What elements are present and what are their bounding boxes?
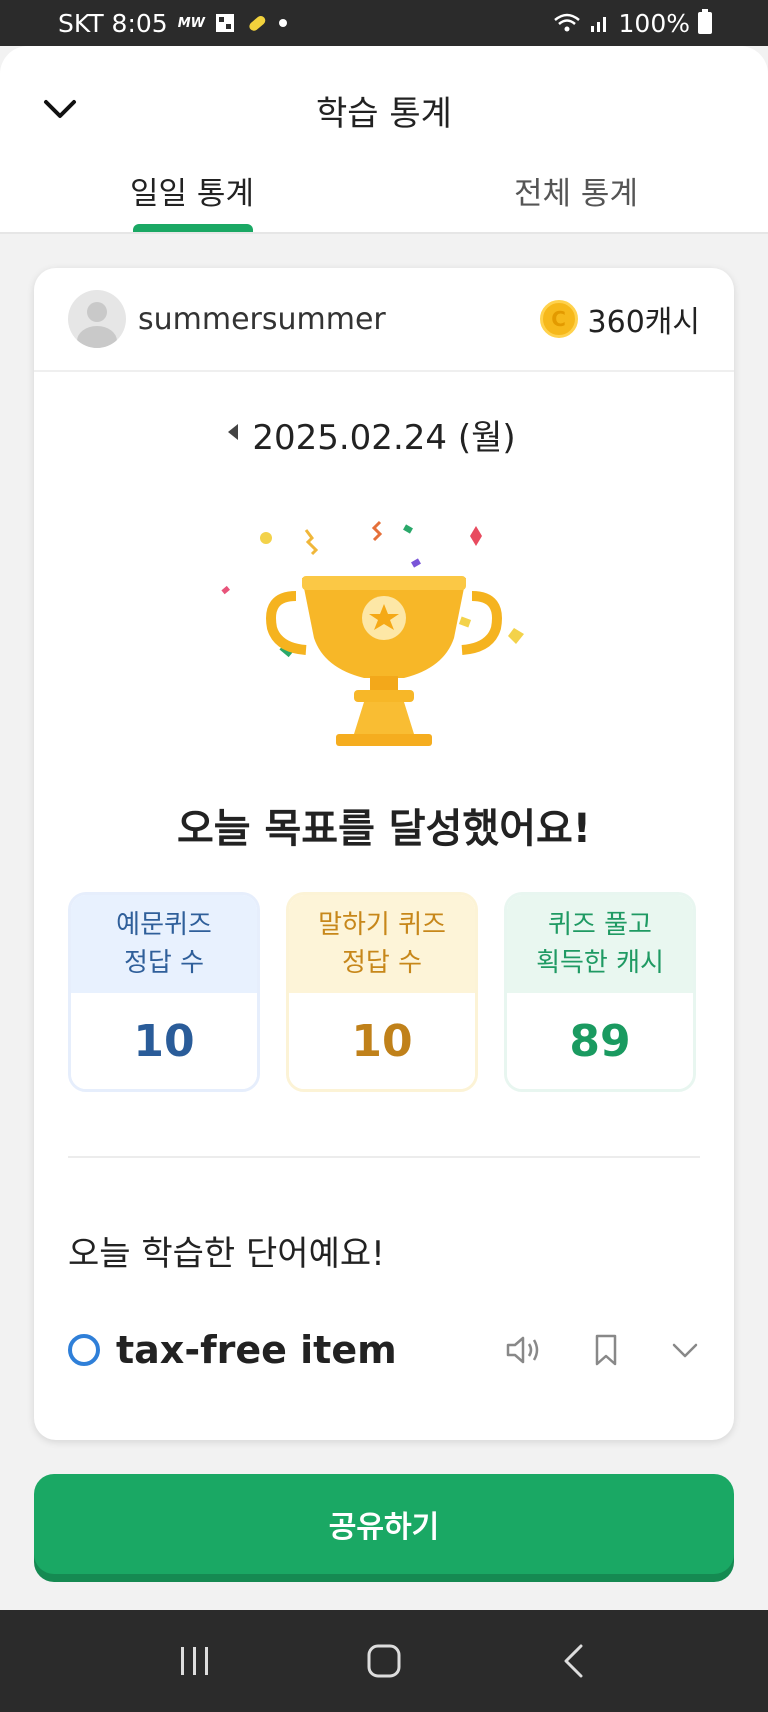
pill-icon [249, 15, 266, 31]
battery-icon [698, 9, 712, 34]
tab-overall-stats[interactable]: 전체 통계 [384, 158, 768, 234]
cash-amount: 360캐시 [587, 305, 700, 340]
profile-row: summersummer C 360캐시 [34, 268, 734, 372]
tab-daily-stats[interactable]: 일일 통계 [0, 158, 384, 234]
share-button[interactable]: 공유하기 [34, 1474, 734, 1574]
recent-apps-icon[interactable] [165, 1631, 225, 1691]
section-divider [68, 1156, 700, 1158]
grid-icon [215, 14, 234, 32]
list-item[interactable]: tax-free item [68, 1310, 700, 1390]
system-nav-bar [0, 1610, 768, 1712]
word-text: tax-free item [116, 1328, 397, 1372]
goal-message: 오늘 목표를 달성했어요! [176, 806, 592, 852]
home-icon[interactable] [354, 1631, 414, 1691]
cash-balance: C 360캐시 [539, 297, 700, 341]
back-icon[interactable] [543, 1631, 603, 1691]
date-label: 2025.02.24 (월) [252, 418, 516, 458]
avatar [68, 290, 126, 348]
speaker-icon[interactable] [504, 1333, 542, 1367]
page-title: 학습 통계 [316, 94, 452, 134]
battery-percent: 100% [618, 8, 690, 38]
coin-icon: C [539, 300, 578, 338]
word-actions [504, 1333, 700, 1367]
stat-earned-cash: 퀴즈 풀고 획득한 캐시 89 [504, 892, 696, 1092]
app-header: 학습 통계 일일 통계 전체 통계 [0, 46, 768, 234]
notification-dot-icon [278, 19, 287, 27]
trophy-icon [221, 520, 524, 746]
carrier-time: SKT 8:05 [58, 8, 168, 38]
words-section-title: 오늘 학습한 단어예요! [68, 1234, 385, 1274]
stat-value: 10 [71, 993, 257, 1089]
stat-speaking-quiz: 말하기 퀴즈 정답 수 10 [286, 892, 478, 1092]
status-bar: SKT 8:05 MW 100% [0, 0, 768, 46]
wifi-icon [553, 13, 580, 32]
header-divider [0, 232, 768, 234]
mw-icon: MW [177, 15, 205, 31]
stat-example-quiz: 예문퀴즈 정답 수 10 [68, 892, 260, 1092]
stat-value: 10 [289, 993, 475, 1089]
tab-bar: 일일 통계 전체 통계 [0, 158, 768, 234]
chevron-down-icon[interactable] [670, 1335, 700, 1365]
bookmark-icon[interactable] [592, 1333, 620, 1367]
stat-label: 퀴즈 풀고 획득한 캐시 [507, 895, 693, 993]
stat-value: 89 [507, 993, 693, 1089]
stats-card: summersummer C 360캐시 2025.02.24 (월) 오늘 목… [34, 268, 734, 1440]
circle-status-icon [68, 1334, 100, 1366]
stat-label: 예문퀴즈 정답 수 [71, 895, 257, 993]
signal-icon [590, 17, 606, 32]
stat-label: 말하기 퀴즈 정답 수 [289, 895, 475, 993]
username: summersummer [138, 301, 386, 337]
